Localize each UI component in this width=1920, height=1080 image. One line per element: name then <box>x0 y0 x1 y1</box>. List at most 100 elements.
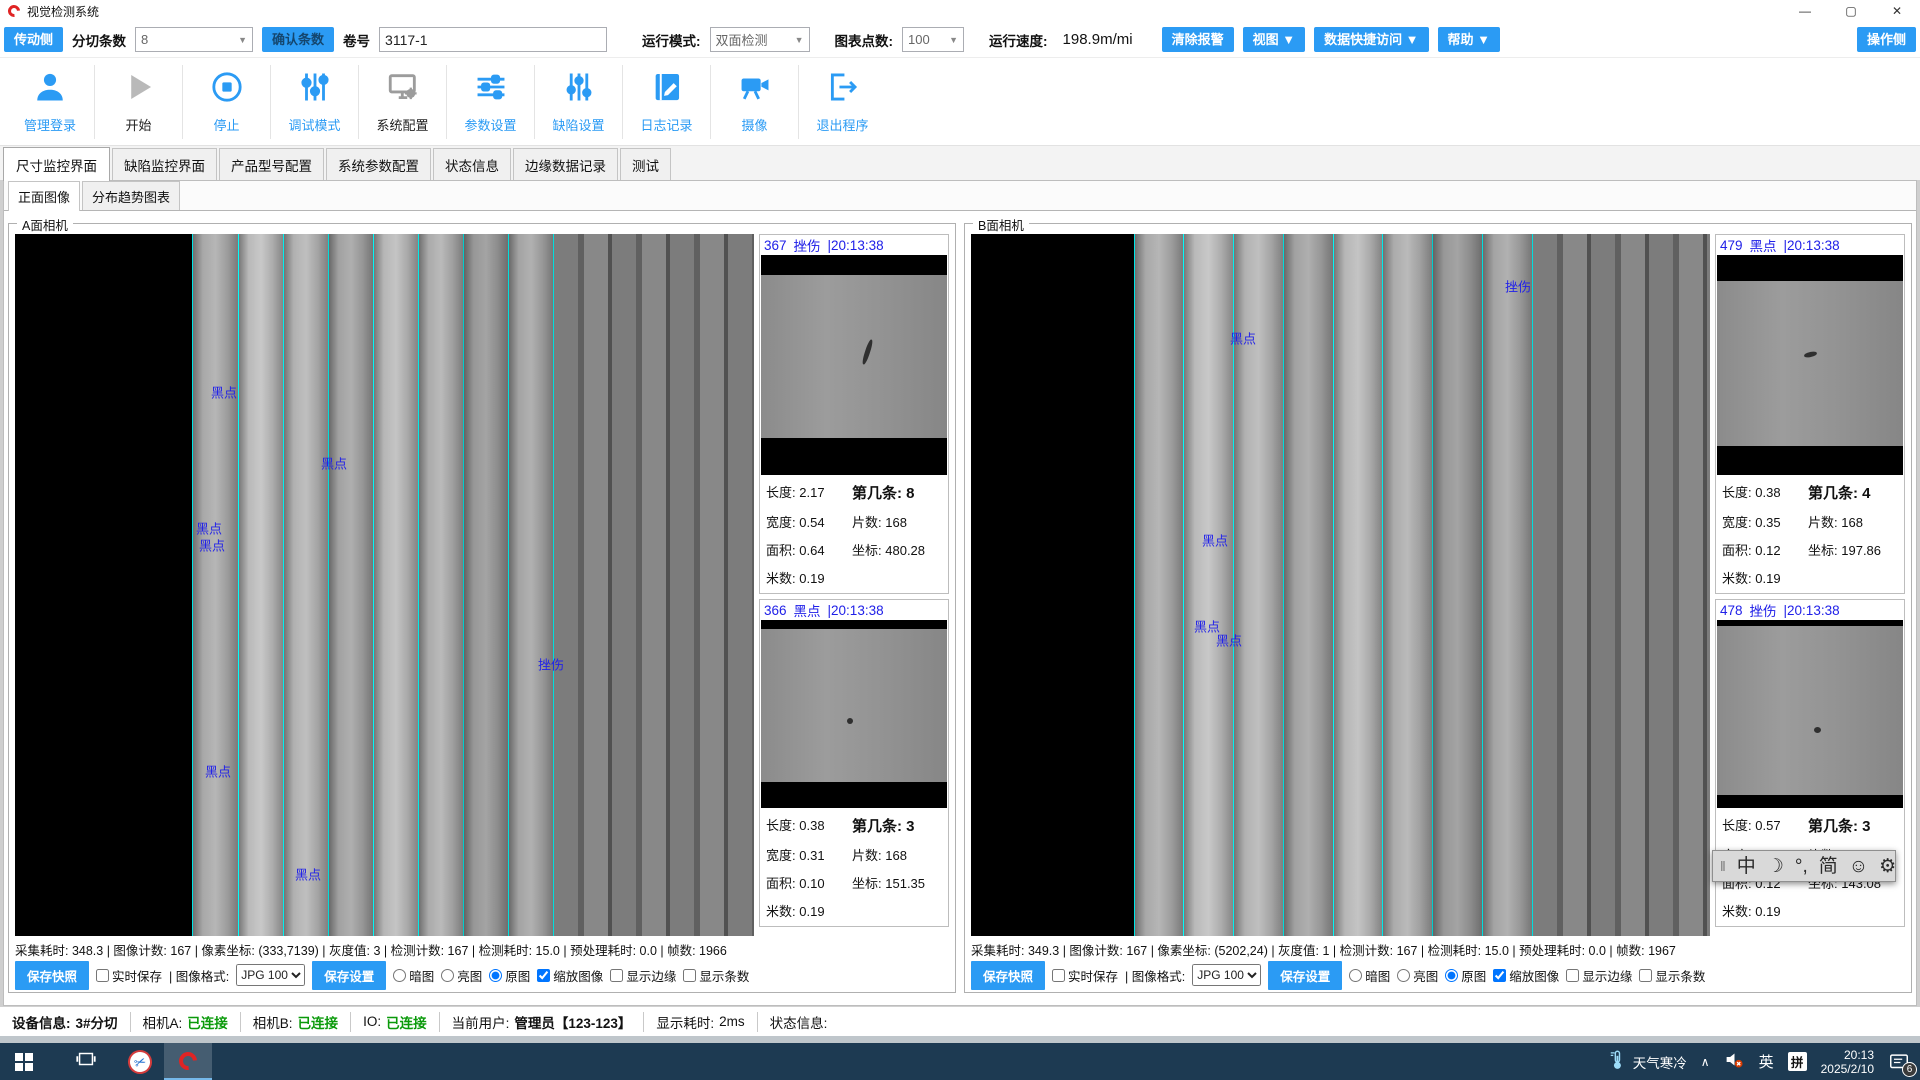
bright-image-label: 亮图 <box>457 966 482 985</box>
show-edge-checkbox[interactable] <box>1566 969 1579 982</box>
ime-chinese-mode-button[interactable]: 中 <box>1737 857 1756 876</box>
tab-product-model-config[interactable]: 产品型号配置 <box>219 148 324 180</box>
parameter-settings-button[interactable]: 参数设置 <box>446 65 534 139</box>
io-label: IO: <box>363 1014 381 1029</box>
vision-app-taskbar-button[interactable] <box>164 1043 212 1080</box>
view-menu-button[interactable]: 视图 ▼ <box>1243 27 1305 52</box>
bright-image-radio[interactable] <box>1397 969 1410 982</box>
tab-status-info[interactable]: 状态信息 <box>433 148 511 180</box>
save-snapshot-button[interactable]: 保存快照 <box>971 961 1045 990</box>
video-camera-icon <box>738 70 772 109</box>
bright-image-label: 亮图 <box>1413 966 1438 985</box>
chart-points-select[interactable]: 100 ▼ <box>902 27 964 52</box>
bright-image-radio[interactable] <box>441 969 454 982</box>
tray-expand-chevron[interactable]: ∧ <box>1701 1055 1710 1069</box>
snipping-app-button[interactable]: ✂ <box>116 1043 164 1080</box>
save-snapshot-button[interactable]: 保存快照 <box>15 961 89 990</box>
defect-stats: 长度: 0.38 第几条: 4 宽度: 0.35 片数: 168 面积: 0.1… <box>1716 475 1904 593</box>
operator-side-button[interactable]: 操作侧 <box>1857 27 1916 52</box>
app-status-bar: 设备信息:3#分切 相机A:已连接 相机B:已连接 IO:已连接 当前用户:管理… <box>0 1006 1920 1036</box>
save-settings-button[interactable]: 保存设置 <box>1268 961 1342 990</box>
debug-mode-button[interactable]: 调试模式 <box>270 65 358 139</box>
action-center-button[interactable]: 6 <box>1888 1051 1910 1073</box>
tab-defect-monitor[interactable]: 缺陷监控界面 <box>112 148 217 180</box>
panel-a-acquisition-stats: 采集耗时: 348.3 | 图像计数: 167 | 像素坐标: (333,713… <box>15 940 949 959</box>
tab-edge-data-record[interactable]: 边缘数据记录 <box>513 148 618 180</box>
panel-a-controls: 保存快照 实时保存 | 图像格式: JPG 100 保存设置 暗图 亮图 原图 … <box>15 961 949 989</box>
ime-emoji-button[interactable]: ☺ <box>1849 857 1868 876</box>
chevron-down-icon: ▼ <box>789 35 804 45</box>
original-image-radio[interactable] <box>489 969 502 982</box>
defect-card-header: 479 黑点 |20:13:38 <box>1716 235 1904 255</box>
ime-mode-indicator[interactable]: 拼 <box>1788 1052 1807 1071</box>
confirm-strips-button[interactable]: 确认条数 <box>262 27 334 52</box>
camera-a-status: 已连接 <box>187 1012 228 1032</box>
image-format-label: | 图像格式: <box>1125 966 1185 985</box>
show-strips-checkbox[interactable] <box>1639 969 1652 982</box>
realtime-save-checkbox[interactable] <box>96 969 109 982</box>
exit-program-button[interactable]: 退出程序 <box>798 65 886 139</box>
taskbar-clock[interactable]: 20:13 2025/2/10 <box>1821 1048 1874 1076</box>
exit-icon <box>826 70 860 109</box>
panel-b-defect-cards: 479 黑点 |20:13:38 长度: 0.38 第几条: 4 宽度: 0.3… <box>1715 234 1905 936</box>
dark-image-radio[interactable] <box>393 969 406 982</box>
camera-b-image: 挫伤黑点黑点黑点黑点 <box>971 234 1710 936</box>
realtime-save-label: 实时保存 <box>112 966 162 985</box>
ime-simplified-button[interactable]: 简 <box>1819 857 1838 876</box>
dark-image-radio[interactable] <box>1349 969 1362 982</box>
original-image-radio[interactable] <box>1445 969 1458 982</box>
start-button[interactable] <box>0 1043 48 1080</box>
zoom-image-label: 缩放图像 <box>553 966 603 985</box>
image-format-select[interactable]: JPG 100 <box>236 964 305 986</box>
camera-capture-button[interactable]: 摄像 <box>710 65 798 139</box>
data-quick-access-menu-button[interactable]: 数据快捷访问 ▼ <box>1314 27 1428 52</box>
language-indicator[interactable]: 英 <box>1759 1051 1774 1072</box>
ime-punctuation-button[interactable]: °, <box>1795 857 1808 876</box>
zoom-image-checkbox[interactable] <box>1493 969 1506 982</box>
log-record-button[interactable]: 日志记录 <box>622 65 710 139</box>
clear-alarm-button[interactable]: 清除报警 <box>1162 27 1234 52</box>
drive-side-button[interactable]: 传动侧 <box>4 27 63 52</box>
defect-type: 挫伤 <box>1750 600 1777 620</box>
help-menu-button[interactable]: 帮助 ▼ <box>1438 27 1500 52</box>
panel-a-defect-cards: 367 挫伤 |20:13:38 长度: 2.17 第几条: 8 宽度: 0.5… <box>759 234 949 936</box>
weather-widget[interactable]: 天气寒冷 <box>1607 1049 1687 1074</box>
defect-card[interactable]: 479 黑点 |20:13:38 长度: 0.38 第几条: 4 宽度: 0.3… <box>1715 234 1905 594</box>
task-view-button[interactable] <box>62 1043 110 1080</box>
main-toolbar: 传动侧 分切条数 8 ▼ 确认条数 卷号 运行模式: 双面检测 ▼ 图表点数: … <box>0 22 1920 58</box>
subtab-distribution-trend-chart[interactable]: 分布趋势图表 <box>82 181 180 210</box>
close-button[interactable]: ✕ <box>1874 0 1920 22</box>
show-strips-label: 显示条数 <box>699 966 749 985</box>
realtime-save-checkbox[interactable] <box>1052 969 1065 982</box>
defect-marker: 黑点 <box>295 865 321 884</box>
save-settings-button[interactable]: 保存设置 <box>312 961 386 990</box>
admin-login-button[interactable]: 管理登录 <box>6 65 94 139</box>
roll-number-input[interactable] <box>379 27 607 52</box>
tab-test[interactable]: 测试 <box>620 148 671 180</box>
dark-image-label: 暗图 <box>1365 966 1390 985</box>
show-strips-checkbox[interactable] <box>683 969 696 982</box>
slit-count-select[interactable]: 8 ▼ <box>135 27 253 52</box>
system-config-button[interactable]: 系统配置 <box>358 65 446 139</box>
defect-card[interactable]: 366 黑点 |20:13:38 长度: 0.38 第几条: 3 宽度: 0.3… <box>759 599 949 927</box>
maximize-button[interactable]: ▢ <box>1828 0 1874 22</box>
ime-halfmoon-button[interactable]: ☽ <box>1767 857 1784 876</box>
run-mode-select[interactable]: 双面检测 ▼ <box>710 27 810 52</box>
tab-system-parameter-config[interactable]: 系统参数配置 <box>326 148 431 180</box>
defect-settings-button[interactable]: 缺陷设置 <box>534 65 622 139</box>
show-edge-checkbox[interactable] <box>610 969 623 982</box>
tab-size-monitor[interactable]: 尺寸监控界面 <box>3 147 110 181</box>
drag-handle-icon[interactable]: ‖ <box>1720 858 1726 874</box>
stop-button[interactable]: 停止 <box>182 65 270 139</box>
start-button[interactable]: 开始 <box>94 65 182 139</box>
panel-a-title: A面相机 <box>17 215 73 234</box>
run-speed-label: 运行速度: <box>989 30 1048 50</box>
clock-time: 20:13 <box>1821 1048 1874 1062</box>
image-format-select[interactable]: JPG 100 <box>1192 964 1261 986</box>
ime-settings-gear-icon[interactable]: ⚙ <box>1879 857 1896 876</box>
zoom-image-checkbox[interactable] <box>537 969 550 982</box>
subtab-front-image[interactable]: 正面图像 <box>8 181 80 211</box>
minimize-button[interactable]: — <box>1782 0 1828 22</box>
muted-speaker-icon[interactable] <box>1724 1049 1745 1075</box>
defect-card[interactable]: 367 挫伤 |20:13:38 长度: 2.17 第几条: 8 宽度: 0.5… <box>759 234 949 594</box>
